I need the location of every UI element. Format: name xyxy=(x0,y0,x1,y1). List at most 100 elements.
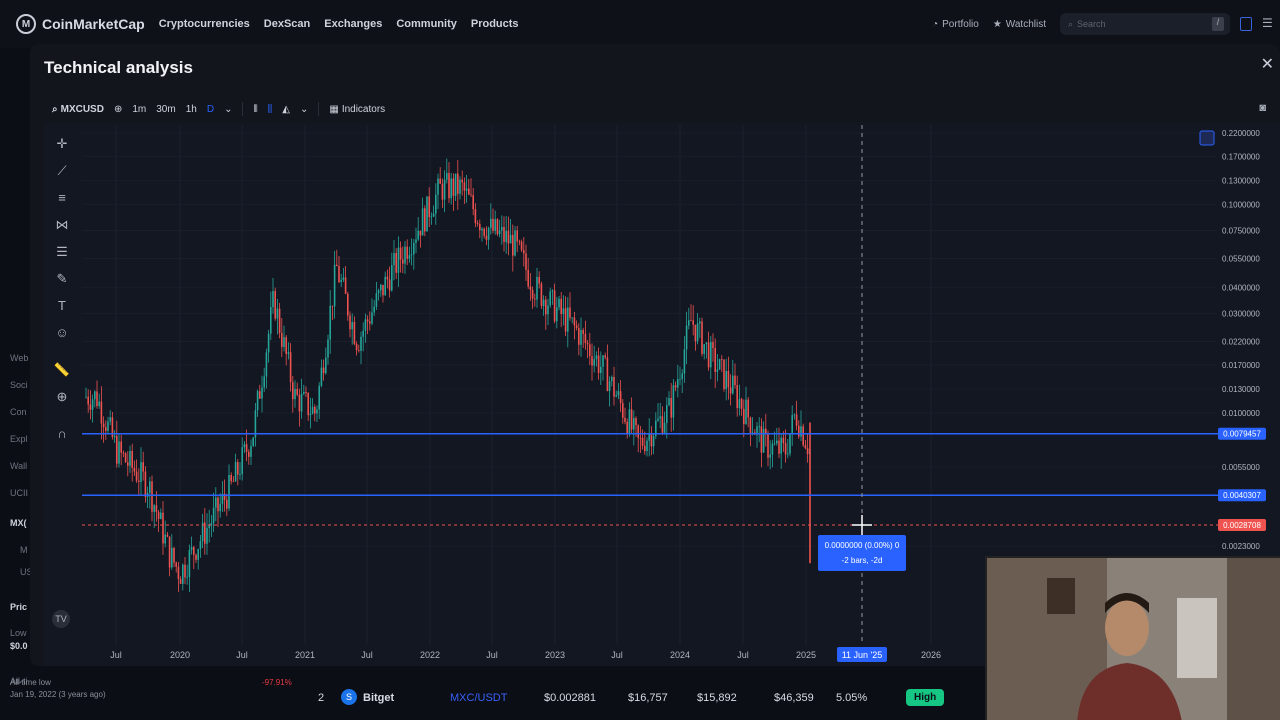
candle-body xyxy=(212,507,215,524)
candle-body xyxy=(784,443,787,455)
candle-body xyxy=(725,371,727,390)
candle-body xyxy=(692,320,694,325)
candle-body xyxy=(217,497,219,512)
y-tick-label: 0.1000000 xyxy=(1222,200,1260,209)
candle-body xyxy=(615,395,617,397)
exchange-name[interactable]: Bitget xyxy=(363,692,394,704)
y-tick-label: 0.0550000 xyxy=(1222,255,1260,264)
candle-body xyxy=(399,247,402,260)
candle-body xyxy=(476,223,479,225)
candle-body xyxy=(382,284,384,296)
candle-body xyxy=(173,547,175,563)
candle-body xyxy=(179,578,182,584)
candle-body xyxy=(437,178,439,195)
candle-body xyxy=(490,218,492,228)
candle-body xyxy=(529,286,532,290)
candle-body xyxy=(619,391,622,404)
candle-body xyxy=(428,196,430,218)
candle-body xyxy=(98,401,100,407)
candle-body xyxy=(716,369,719,372)
candle-body xyxy=(509,234,512,244)
rank: 2 xyxy=(318,692,325,704)
candle-body xyxy=(474,209,477,224)
candle-body xyxy=(644,445,646,452)
candle-body xyxy=(723,359,725,390)
candle-body xyxy=(329,305,331,340)
candle-body xyxy=(347,293,349,316)
candle-body xyxy=(674,385,677,388)
candle-body xyxy=(573,317,576,326)
candle-body xyxy=(157,512,160,519)
candle-body xyxy=(685,325,688,350)
candle-body xyxy=(505,230,507,243)
candle-body xyxy=(164,534,166,544)
candle-body xyxy=(461,179,463,183)
candle-body xyxy=(492,218,494,231)
candle-body xyxy=(333,264,336,307)
y-tick-label: 0.0055000 xyxy=(1222,463,1260,472)
price: $0.002881 xyxy=(544,692,596,704)
candle-body xyxy=(448,173,450,199)
candle-body xyxy=(558,298,560,308)
candle-body xyxy=(138,480,140,482)
candle-body xyxy=(391,265,393,291)
candle-body xyxy=(589,344,591,357)
candle-body xyxy=(199,541,202,550)
candle-body xyxy=(569,307,571,318)
candle-body xyxy=(670,398,672,418)
candle-body xyxy=(432,213,435,217)
candle-body xyxy=(188,550,191,577)
candle-body xyxy=(549,291,551,306)
candle-body xyxy=(580,330,582,345)
candle-body xyxy=(230,475,232,482)
candle-body xyxy=(547,305,549,315)
candle-body xyxy=(481,228,483,231)
y-tick-label: 0.0300000 xyxy=(1222,309,1260,318)
candle-body xyxy=(514,230,516,256)
candle-body xyxy=(582,330,584,334)
candle-body xyxy=(806,448,809,455)
candle-body xyxy=(595,355,598,360)
pair-link[interactable]: MXC/USDT xyxy=(450,692,507,704)
candle-body xyxy=(94,391,96,400)
candle-body xyxy=(483,228,485,236)
candle-body xyxy=(395,253,397,273)
candle-body xyxy=(171,547,173,568)
candle-body xyxy=(602,355,604,367)
candle-body xyxy=(309,413,312,416)
candle-body xyxy=(575,325,578,328)
candle-body xyxy=(531,289,534,299)
candle-body xyxy=(417,230,419,240)
candle-body xyxy=(204,522,206,544)
candle-body xyxy=(578,327,580,345)
candle-body xyxy=(494,219,496,231)
candle-body xyxy=(287,352,290,354)
candle-body xyxy=(624,417,626,422)
candle-body xyxy=(454,173,457,196)
candle-body xyxy=(325,357,327,374)
candle-body xyxy=(718,359,721,370)
candle-body xyxy=(243,444,246,448)
y-tick-label: 0.0220000 xyxy=(1222,338,1260,347)
candle-body xyxy=(369,321,371,324)
candle-body xyxy=(294,388,296,400)
price-label: 0.0079457 xyxy=(1223,430,1261,439)
candle-body xyxy=(421,208,424,236)
candle-body xyxy=(661,416,664,433)
volume-share: 5.05% xyxy=(836,692,868,704)
candle-body xyxy=(153,505,155,512)
candle-body xyxy=(289,352,292,383)
candle-body xyxy=(472,195,474,210)
candle-body xyxy=(762,428,765,453)
x-tick-label: Jul xyxy=(486,650,498,660)
candle-body xyxy=(463,182,466,191)
candle-body xyxy=(232,481,235,483)
candle-body xyxy=(740,399,743,409)
candle-body xyxy=(338,266,340,283)
candle-body xyxy=(250,446,252,457)
candle-body xyxy=(459,179,461,194)
candle-body xyxy=(496,219,499,235)
candle-body xyxy=(468,188,470,195)
candle-body xyxy=(274,291,276,319)
candle-body xyxy=(571,317,573,319)
